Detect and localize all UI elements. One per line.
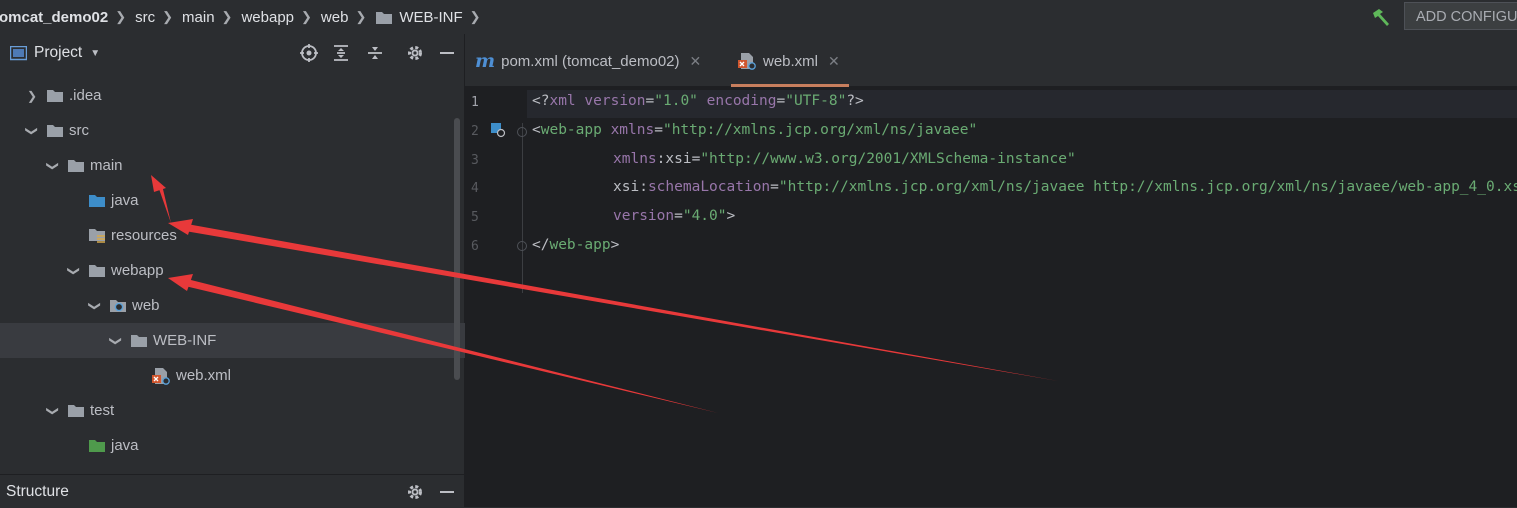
annotation-arrow	[185, 279, 718, 413]
annotation-arrow	[185, 224, 1058, 381]
annotation-overlay	[151, 175, 1058, 413]
annotation-arrow-head	[168, 274, 193, 291]
annotation-arrow	[158, 185, 171, 223]
annotation-arrow-head	[151, 175, 166, 192]
annotation-arrow-head	[168, 219, 193, 235]
